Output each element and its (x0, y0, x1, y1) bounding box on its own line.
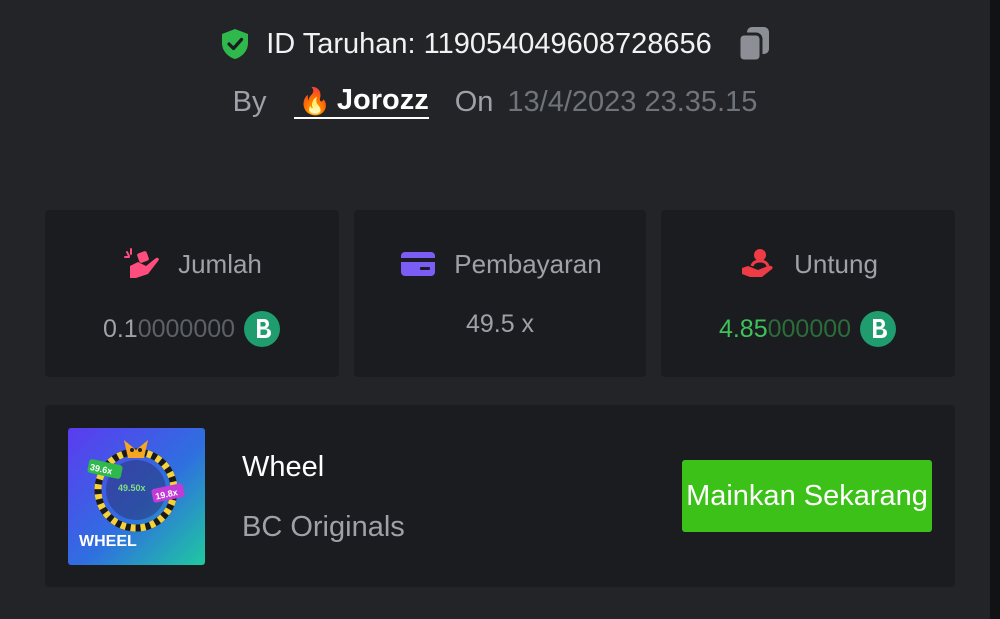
play-now-button[interactable]: Mainkan Sekarang (682, 460, 932, 532)
payout-card: Pembayaran 49.5 x (354, 210, 646, 377)
profit-hand-icon (742, 249, 773, 277)
bc-coin-icon (860, 311, 897, 347)
bet-date: 13/4/2023 23.35.15 (507, 86, 758, 118)
by-label: By (232, 86, 267, 118)
on-label: On (454, 86, 494, 118)
bet-id-text: ID Taruhan: 119054049608728656 (266, 27, 712, 60)
page-edge (990, 0, 1000, 619)
game-provider: BC Originals (242, 511, 405, 543)
profit-value: 4.85 (718, 314, 768, 343)
bet-meta-row: By 🔥 Jorozz On 13/4/2023 23.35.15 (0, 86, 990, 119)
profit-label: Untung (794, 248, 878, 279)
amount-value: 0.1 (102, 314, 138, 343)
bet-hand-icon (124, 248, 159, 278)
game-card: 39.6x 49.50x 19.8x WHEEL Wheel BC Origin… (45, 405, 955, 587)
verified-shield-icon (222, 29, 249, 59)
amount-label: Jumlah (178, 248, 262, 279)
copy-icon[interactable] (736, 24, 772, 64)
bet-detail-panel: ID Taruhan: 119054049608728656 By 🔥 Joro… (0, 0, 990, 619)
profit-value-tail: 000000 (767, 314, 852, 343)
bet-id-row: ID Taruhan: 119054049608728656 (0, 24, 990, 64)
svg-text:49.50x: 49.50x (118, 483, 146, 493)
payout-label: Pembayaran (454, 248, 602, 279)
fire-icon: 🔥 (298, 85, 331, 116)
bc-coin-icon (244, 311, 281, 347)
profit-card: Untung 4.85000000 (661, 210, 955, 377)
wheel-game-thumbnail[interactable]: 39.6x 49.50x 19.8x WHEEL (68, 428, 205, 565)
amount-card: Jumlah 0.10000000 (45, 210, 339, 377)
card-icon (401, 252, 436, 276)
user-link[interactable]: 🔥 Jorozz (294, 84, 429, 119)
svg-text:WHEEL: WHEEL (79, 533, 137, 550)
payout-value: 49.5 x (465, 310, 535, 338)
amount-value-tail: 0000000 (137, 314, 236, 343)
username: Jorozz (336, 84, 429, 116)
game-name[interactable]: Wheel (242, 451, 324, 484)
